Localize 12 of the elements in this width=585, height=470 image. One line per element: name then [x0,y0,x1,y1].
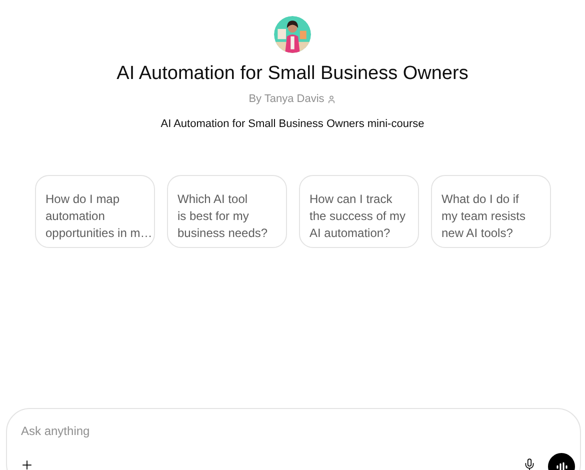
microphone-button[interactable] [523,458,536,470]
page-title: AI Automation for Small Business Owners [116,62,468,86]
author-name: By Tanya Davis [248,92,324,107]
description: AI Automation for Small Business Owners mini-course [160,116,424,132]
suggestion-card[interactable]: Which AI tool is best for my business needs? [166,175,286,248]
add-button[interactable] [20,458,34,470]
message-input[interactable]: Ask anything [21,422,521,440]
suggestion-card[interactable]: How do I map automation opportunities in m… [34,175,154,248]
waveform-icon [556,462,568,470]
user-icon [327,94,336,104]
suggestion-card[interactable]: How can I track the success of my AI automation? [298,175,418,248]
suggestion-card[interactable]: What do I do if my team resists new AI tools? [430,175,550,248]
